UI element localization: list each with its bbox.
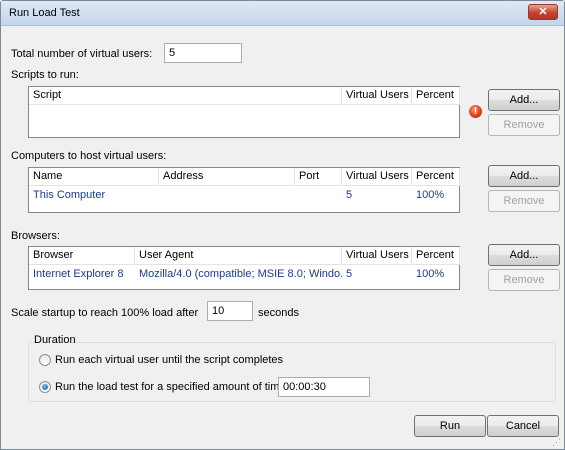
dialog-title: Run Load Test <box>9 7 80 19</box>
scripts-remove-button[interactable]: Remove <box>488 114 560 136</box>
computer-row-virtual-users[interactable]: 5 <box>342 187 412 203</box>
computer-row-port[interactable] <box>295 187 342 203</box>
cancel-button[interactable]: Cancel <box>487 415 559 437</box>
computers-col-port[interactable]: Port <box>295 168 342 186</box>
duration-option1-label[interactable]: Run each virtual user until the script c… <box>55 354 283 366</box>
duration-option2-radio[interactable] <box>39 381 51 393</box>
scripts-add-button[interactable]: Add... <box>488 89 560 111</box>
duration-time-input[interactable]: 00:00:30 <box>278 377 370 397</box>
duration-option2-label[interactable]: Run the load test for a specified amount… <box>55 381 289 393</box>
computer-row-percent[interactable]: 100% <box>412 187 460 203</box>
duration-legend: Duration <box>34 334 76 346</box>
scale-seconds-input[interactable]: 10 <box>207 301 253 321</box>
scripts-label: Scripts to run: <box>11 69 79 81</box>
title-bar[interactable]: Run Load Test ✕ <box>1 1 564 26</box>
computers-grid[interactable]: Name Address Port Virtual Users Percent … <box>28 167 460 213</box>
browsers-col-browser[interactable]: Browser <box>29 247 135 265</box>
resize-grip[interactable]: ⋰ <box>552 437 562 447</box>
computers-add-button[interactable]: Add... <box>488 165 560 187</box>
browser-row-percent[interactable]: 100% <box>412 266 460 282</box>
error-icon: ! <box>469 105 482 118</box>
browsers-remove-button[interactable]: Remove <box>488 269 560 291</box>
run-load-test-dialog: Run Load Test ✕ Total number of virtual … <box>0 0 565 450</box>
computers-col-name[interactable]: Name <box>29 168 159 186</box>
total-users-input[interactable]: 5 <box>164 43 242 63</box>
scripts-grid[interactable]: Script Virtual Users Percent <box>28 86 460 138</box>
scripts-col-virtual-users[interactable]: Virtual Users <box>342 87 412 105</box>
duration-option1-radio[interactable] <box>39 354 51 366</box>
browsers-label: Browsers: <box>11 230 60 242</box>
browser-row-user-agent[interactable]: Mozilla/4.0 (compatible; MSIE 8.0; Windo… <box>135 266 342 282</box>
close-button[interactable]: ✕ <box>528 4 558 20</box>
run-button[interactable]: Run <box>414 415 486 437</box>
scripts-col-script[interactable]: Script <box>29 87 342 105</box>
scale-label-before: Scale startup to reach 100% load after <box>11 307 199 319</box>
close-icon: ✕ <box>538 6 548 18</box>
browsers-col-virtual-users[interactable]: Virtual Users <box>342 247 412 265</box>
computers-remove-button[interactable]: Remove <box>488 190 560 212</box>
browser-row-browser[interactable]: Internet Explorer 8 <box>29 266 135 282</box>
browsers-grid[interactable]: Browser User Agent Virtual Users Percent… <box>28 246 460 290</box>
computers-label: Computers to host virtual users: <box>11 150 167 162</box>
computers-col-address[interactable]: Address <box>159 168 295 186</box>
scripts-col-percent[interactable]: Percent <box>412 87 460 105</box>
total-users-label: Total number of virtual users: <box>11 48 153 60</box>
browser-row-virtual-users[interactable]: 5 <box>342 266 412 282</box>
computers-col-percent[interactable]: Percent <box>412 168 460 186</box>
browsers-col-user-agent[interactable]: User Agent <box>135 247 342 265</box>
browsers-col-percent[interactable]: Percent <box>412 247 460 265</box>
computer-row-address[interactable] <box>159 187 295 203</box>
browsers-add-button[interactable]: Add... <box>488 244 560 266</box>
computers-col-virtual-users[interactable]: Virtual Users <box>342 168 412 186</box>
scale-label-after: seconds <box>258 307 299 319</box>
computer-row-name[interactable]: This Computer <box>29 187 159 203</box>
